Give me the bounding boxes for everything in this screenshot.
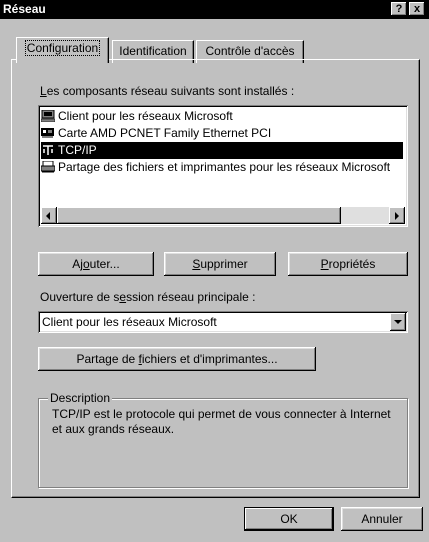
list-item[interactable]: Carte AMD PCNET Family Ethernet PCI bbox=[41, 125, 403, 142]
arrow-left-icon bbox=[46, 212, 50, 220]
dropdown-button[interactable] bbox=[390, 313, 406, 331]
network-card-icon bbox=[41, 127, 55, 139]
arrow-right-icon bbox=[395, 212, 399, 220]
primary-logon-dropdown[interactable]: Client pour les réseaux Microsoft bbox=[38, 311, 408, 333]
file-print-sharing-icon bbox=[41, 160, 56, 173]
list-item[interactable]: Client pour les réseaux Microsoft bbox=[41, 108, 403, 125]
add-button[interactable]: Ajouter... bbox=[38, 252, 154, 276]
remove-button[interactable]: Supprimer bbox=[164, 252, 276, 276]
primary-logon-value: Client pour les réseaux Microsoft bbox=[42, 315, 217, 329]
help-button[interactable]: ? bbox=[391, 2, 407, 16]
cancel-button[interactable]: Annuler bbox=[341, 507, 423, 531]
title-bar[interactable]: Réseau ? x bbox=[0, 0, 429, 19]
description-title: Description bbox=[48, 391, 113, 405]
window-title: Réseau bbox=[3, 2, 46, 16]
components-label: Les composants réseau suivants sont inst… bbox=[40, 84, 295, 98]
ok-button[interactable]: OK bbox=[244, 507, 334, 531]
network-client-icon bbox=[41, 109, 56, 123]
chevron-down-icon bbox=[394, 320, 402, 324]
primary-logon-label: Ouverture de session réseau principale : bbox=[40, 290, 256, 304]
list-item[interactable]: TCP/IP bbox=[41, 142, 403, 159]
scroll-left-button[interactable] bbox=[41, 207, 57, 224]
protocol-icon bbox=[41, 144, 55, 156]
horizontal-scrollbar[interactable] bbox=[41, 207, 405, 224]
scroll-thumb[interactable] bbox=[57, 207, 341, 224]
description-text: TCP/IP est le protocole qui permet de vo… bbox=[52, 407, 391, 436]
scroll-right-button[interactable] bbox=[389, 207, 405, 224]
file-print-sharing-button[interactable]: Partage de fichiers et d'imprimantes... bbox=[38, 347, 316, 371]
list-item[interactable]: Partage des fichiers et imprimantes pour… bbox=[41, 159, 403, 176]
close-button[interactable]: x bbox=[409, 2, 425, 16]
properties-button[interactable]: Propriétés bbox=[288, 252, 408, 276]
tab-configuration[interactable]: Configuration bbox=[16, 37, 109, 63]
